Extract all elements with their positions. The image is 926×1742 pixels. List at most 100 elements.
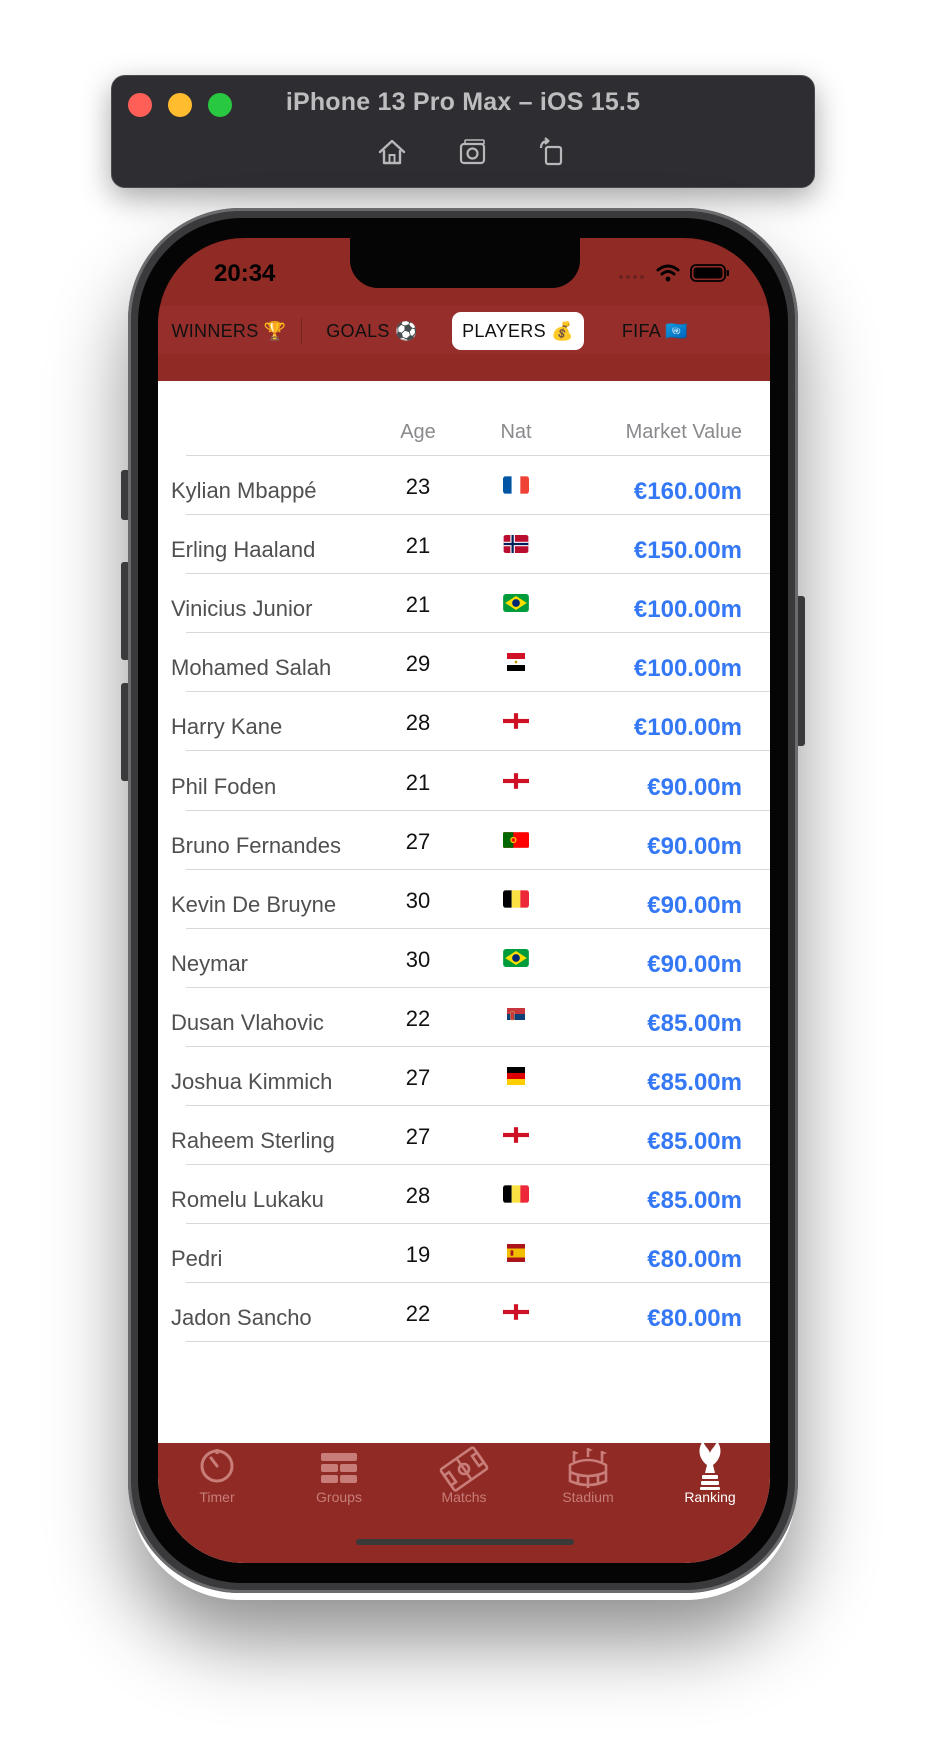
table-row[interactable]: Phil Foden 21 €90.00m (158, 752, 770, 811)
trophy-icon (699, 1441, 721, 1490)
column-header-nat: Nat (500, 421, 532, 443)
player-name: Neymar (171, 950, 249, 976)
nationality-flag-icon (503, 831, 529, 849)
table-row[interactable]: Erling Haaland 21 €150.00m (158, 515, 770, 575)
simulator-title: iPhone 13 Pro Max – iOS 15.5 (285, 88, 641, 116)
tab-stadium-label: Stadium (562, 1489, 614, 1505)
market-value: €85.00m (647, 1128, 742, 1156)
nationality-flag-icon (503, 890, 529, 908)
stadium-icon (568, 1448, 608, 1488)
market-value: €150.00m (633, 537, 742, 565)
market-value: €160.00m (633, 478, 742, 505)
player-age: 27 (405, 828, 431, 854)
player-age: 30 (405, 887, 431, 913)
player-age: 28 (405, 1183, 431, 1209)
table-row[interactable]: Neymar 30 €90.00m (158, 929, 770, 988)
player-age: 23 (405, 474, 431, 499)
table-row[interactable]: Kylian Mbappé 23 €160.00m (158, 456, 770, 515)
cellular-icon (618, 267, 646, 285)
tab-matchs-label: Matchs (441, 1489, 487, 1505)
tab-stadium[interactable]: Stadium (533, 1445, 643, 1515)
player-name: Mohamed Salah (171, 655, 332, 681)
player-age: 27 (405, 1065, 431, 1090)
nationality-flag-icon (503, 1185, 529, 1203)
player-name: Pedri (171, 1246, 223, 1272)
market-value: €90.00m (647, 773, 742, 801)
table-row[interactable]: Mohamed Salah 29 €100.00m (158, 633, 770, 693)
player-age: 21 (405, 533, 431, 559)
player-name: Raheem Sterling (171, 1128, 335, 1154)
table-row[interactable]: Raheem Sterling 27 €85.00m (158, 1106, 770, 1166)
player-name: Phil Foden (171, 773, 277, 799)
player-age: 29 (405, 651, 431, 677)
groups-icon (321, 1453, 357, 1483)
tab-groups-label: Groups (316, 1489, 362, 1505)
home-indicator (356, 1539, 574, 1545)
tab-timer-label: Timer (199, 1489, 235, 1505)
market-value: €85.00m (647, 1069, 742, 1096)
table-row[interactable]: Vinicius Junior 21 €100.00m (158, 574, 770, 634)
player-age: 22 (405, 1005, 431, 1031)
nationality-flag-icon (503, 1244, 529, 1263)
segment-fifa[interactable]: FIFA 🇺🇳 (590, 312, 720, 350)
tab-timer[interactable]: Timer (162, 1445, 272, 1515)
wifi-icon (656, 264, 680, 287)
player-age: 27 (405, 1124, 431, 1150)
nationality-flag-icon (503, 476, 529, 494)
segment-goals[interactable]: GOALS ⚽ (308, 312, 436, 350)
player-name: Kylian Mbappé (171, 478, 317, 503)
pitch-icon (439, 1446, 489, 1492)
player-name: Dusan Vlahovic (171, 1009, 324, 1035)
table-row[interactable]: Jadon Sancho 22 €80.00m (158, 1283, 770, 1343)
market-value: €85.00m (647, 1009, 742, 1037)
segment-winners[interactable]: WINNERS 🏆 (164, 312, 294, 350)
market-value: €90.00m (647, 950, 742, 978)
table-row[interactable]: Pedri 19 €80.00m (158, 1224, 770, 1284)
battery-icon (690, 264, 730, 287)
nationality-flag-icon (503, 1007, 529, 1026)
nationality-flag-icon (503, 772, 529, 790)
nationality-flag-icon (503, 1067, 529, 1085)
segment-players[interactable]: PLAYERS 💰 (452, 312, 584, 350)
market-value: €90.00m (647, 832, 742, 860)
player-name: Harry Kane (171, 714, 283, 740)
nationality-flag-icon (503, 712, 529, 730)
player-name: Jadon Sancho (171, 1305, 312, 1331)
player-name: Bruno Fernandes (171, 832, 341, 858)
rotate-icon[interactable] (532, 132, 572, 172)
tab-ranking-label: Ranking (684, 1489, 736, 1505)
row-divider (186, 1341, 770, 1343)
nationality-flag-icon (503, 535, 529, 554)
player-age: 28 (405, 710, 431, 736)
player-age: 22 (405, 1301, 431, 1327)
notch (350, 238, 580, 288)
column-header-age: Age (400, 421, 436, 443)
nationality-flag-icon (503, 653, 529, 672)
player-age: 21 (405, 592, 431, 618)
timer-icon (200, 1449, 234, 1483)
phone-screen: 20:34 WINNERS 🏆 GOALS ⚽ PLAYERS 💰 FIFA 🇺… (158, 238, 770, 1563)
table-row[interactable]: Harry Kane 28 €100.00m (158, 692, 770, 752)
table-row[interactable]: Dusan Vlahovic 22 €85.00m (158, 988, 770, 1047)
table-row[interactable]: Kevin De Bruyne 30 €90.00m (158, 870, 770, 929)
market-value: €85.00m (647, 1187, 742, 1215)
simulator-title-bar: iPhone 13 Pro Max – iOS 15.5 (111, 75, 815, 188)
nationality-flag-icon (503, 1303, 529, 1321)
table-row[interactable]: Bruno Fernandes 27 €90.00m (158, 811, 770, 870)
table-row[interactable]: Romelu Lukaku 28 €85.00m (158, 1165, 770, 1225)
screenshot-icon[interactable] (452, 132, 492, 172)
player-name: Kevin De Bruyne (171, 891, 337, 917)
player-name: Joshua Kimmich (171, 1069, 333, 1094)
market-value: €100.00m (633, 714, 742, 742)
nationality-flag-icon (503, 1126, 529, 1144)
player-age: 30 (405, 946, 431, 972)
tab-ranking[interactable]: Ranking (655, 1441, 765, 1515)
player-name: Vinicius Junior (171, 596, 313, 622)
player-age: 21 (405, 769, 431, 795)
nationality-flag-icon (503, 948, 529, 967)
home-icon[interactable] (372, 132, 412, 172)
tab-matchs[interactable]: Matchs (409, 1445, 519, 1515)
players-table[interactable]: Age Nat Market Value Kylian Mbappé 23 €1… (158, 381, 770, 1563)
tab-groups[interactable]: Groups (284, 1445, 394, 1515)
table-row[interactable]: Joshua Kimmich 27 €85.00m (158, 1047, 770, 1106)
